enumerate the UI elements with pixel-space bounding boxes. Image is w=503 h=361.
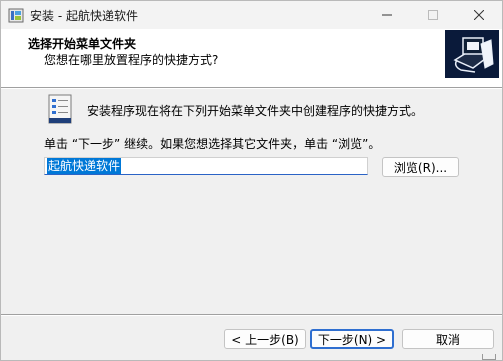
close-icon: [474, 10, 484, 20]
folder-field-value: 起航快递软件: [47, 158, 122, 174]
back-button[interactable]: < 上一步(B): [224, 329, 306, 349]
cancel-button[interactable]: 取消: [402, 329, 494, 349]
page-title: 选择开始菜单文件夹: [28, 37, 137, 51]
maximize-button[interactable]: [410, 1, 456, 29]
start-menu-folder-field[interactable]: 起航快递软件: [44, 157, 368, 175]
start-menu-folder-icon: [48, 94, 72, 124]
resize-grip[interactable]: [482, 354, 496, 360]
next-button[interactable]: 下一步(N) >: [310, 329, 394, 349]
computer-box-icon: [445, 30, 499, 78]
header-separator: [1, 87, 502, 89]
info-text: 安装程序现在将在下列开始菜单文件夹中创建程序的快捷方式。: [87, 104, 424, 118]
title-bar[interactable]: 安装 - 起航快递软件: [1, 1, 502, 29]
maximize-icon: [428, 10, 438, 20]
installer-app-icon: [8, 8, 24, 23]
wizard-header: 选择开始菜单文件夹 您想在哪里放置程序的快捷方式?: [1, 29, 502, 87]
hint-text: 单击 “下一步” 继续。如果您想选择其它文件夹，单击 “浏览”。: [44, 137, 381, 151]
installer-window: 安装 - 起航快递软件 选择开始菜单文件夹 您想在哪里放置程序的快捷方式? 安装…: [0, 0, 503, 361]
close-button[interactable]: [456, 1, 502, 29]
minimize-button[interactable]: [364, 1, 410, 29]
minimize-icon: [382, 14, 392, 16]
footer-separator: [1, 314, 502, 316]
page-subtitle: 您想在哪里放置程序的快捷方式?: [44, 53, 219, 67]
window-title: 安装 - 起航快递软件: [30, 9, 138, 23]
browse-button[interactable]: 浏览(R)...: [382, 157, 459, 177]
